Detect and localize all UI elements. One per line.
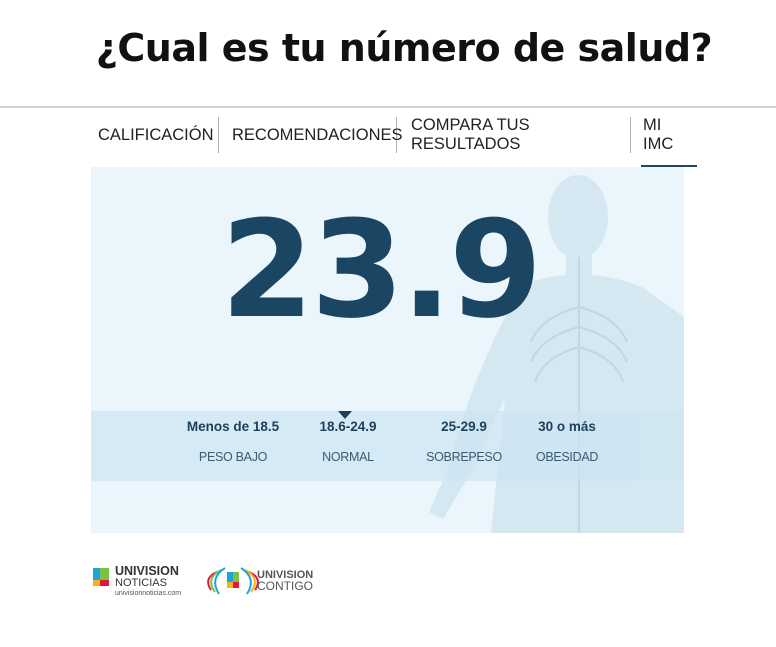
tab-label: MI IMC [643, 116, 674, 153]
logo2-line2: CONTIGO [257, 579, 313, 593]
current-range-marker [338, 411, 352, 419]
footer-logos: UNIVISION NOTICIAS univisionnoticias.com… [91, 560, 331, 605]
logo1-line1: UNIVISION [115, 564, 179, 578]
tab-bar: CALIFICACIÓN RECOMENDACIONES COMPARA TUS… [92, 116, 697, 167]
tab-mi-imc[interactable]: MI IMC [631, 116, 697, 167]
bmi-result-panel: 23.9 Menos de 18.5 PESO BAJO 18.6-24.9 N… [91, 167, 684, 533]
header-divider [0, 106, 776, 108]
tab-calificacion[interactable]: CALIFICACIÓN [92, 117, 219, 153]
range-overweight: 25-29.9 [441, 419, 487, 434]
bmi-scale: Menos de 18.5 PESO BAJO 18.6-24.9 NORMAL… [91, 411, 684, 481]
logo1-line3: univisionnoticias.com [115, 590, 181, 597]
range-normal: 18.6-24.9 [319, 419, 377, 434]
tab-label: CALIFICACIÓN [98, 125, 214, 144]
category-obesity: OBESIDAD [535, 450, 599, 464]
page-title: ¿Cual es tu número de salud? [95, 26, 713, 70]
category-normal: NORMAL [322, 450, 374, 464]
tab-label: COMPARA TUS RESULTADOS [411, 116, 530, 153]
logos-svg: UNIVISION NOTICIAS univisionnoticias.com… [93, 564, 313, 597]
category-underweight: PESO BAJO [198, 450, 268, 464]
range-obesity: 30 o más [538, 419, 596, 434]
bmi-value: 23.9 [220, 192, 543, 348]
range-underweight: Menos de 18.5 [186, 419, 280, 434]
tab-recomendaciones[interactable]: RECOMENDACIONES [219, 117, 403, 153]
tab-compara-resultados[interactable]: COMPARA TUS RESULTADOS [397, 116, 631, 153]
logo1-line2: NOTICIAS [115, 577, 167, 589]
category-overweight: SOBREPESO [426, 450, 502, 464]
univision-noticias-logo: UNIVISION NOTICIAS univisionnoticias.com [93, 564, 181, 597]
tab-label: RECOMENDACIONES [232, 125, 403, 144]
univision-contigo-logo: UNIVISION CONTIGO [207, 567, 313, 595]
